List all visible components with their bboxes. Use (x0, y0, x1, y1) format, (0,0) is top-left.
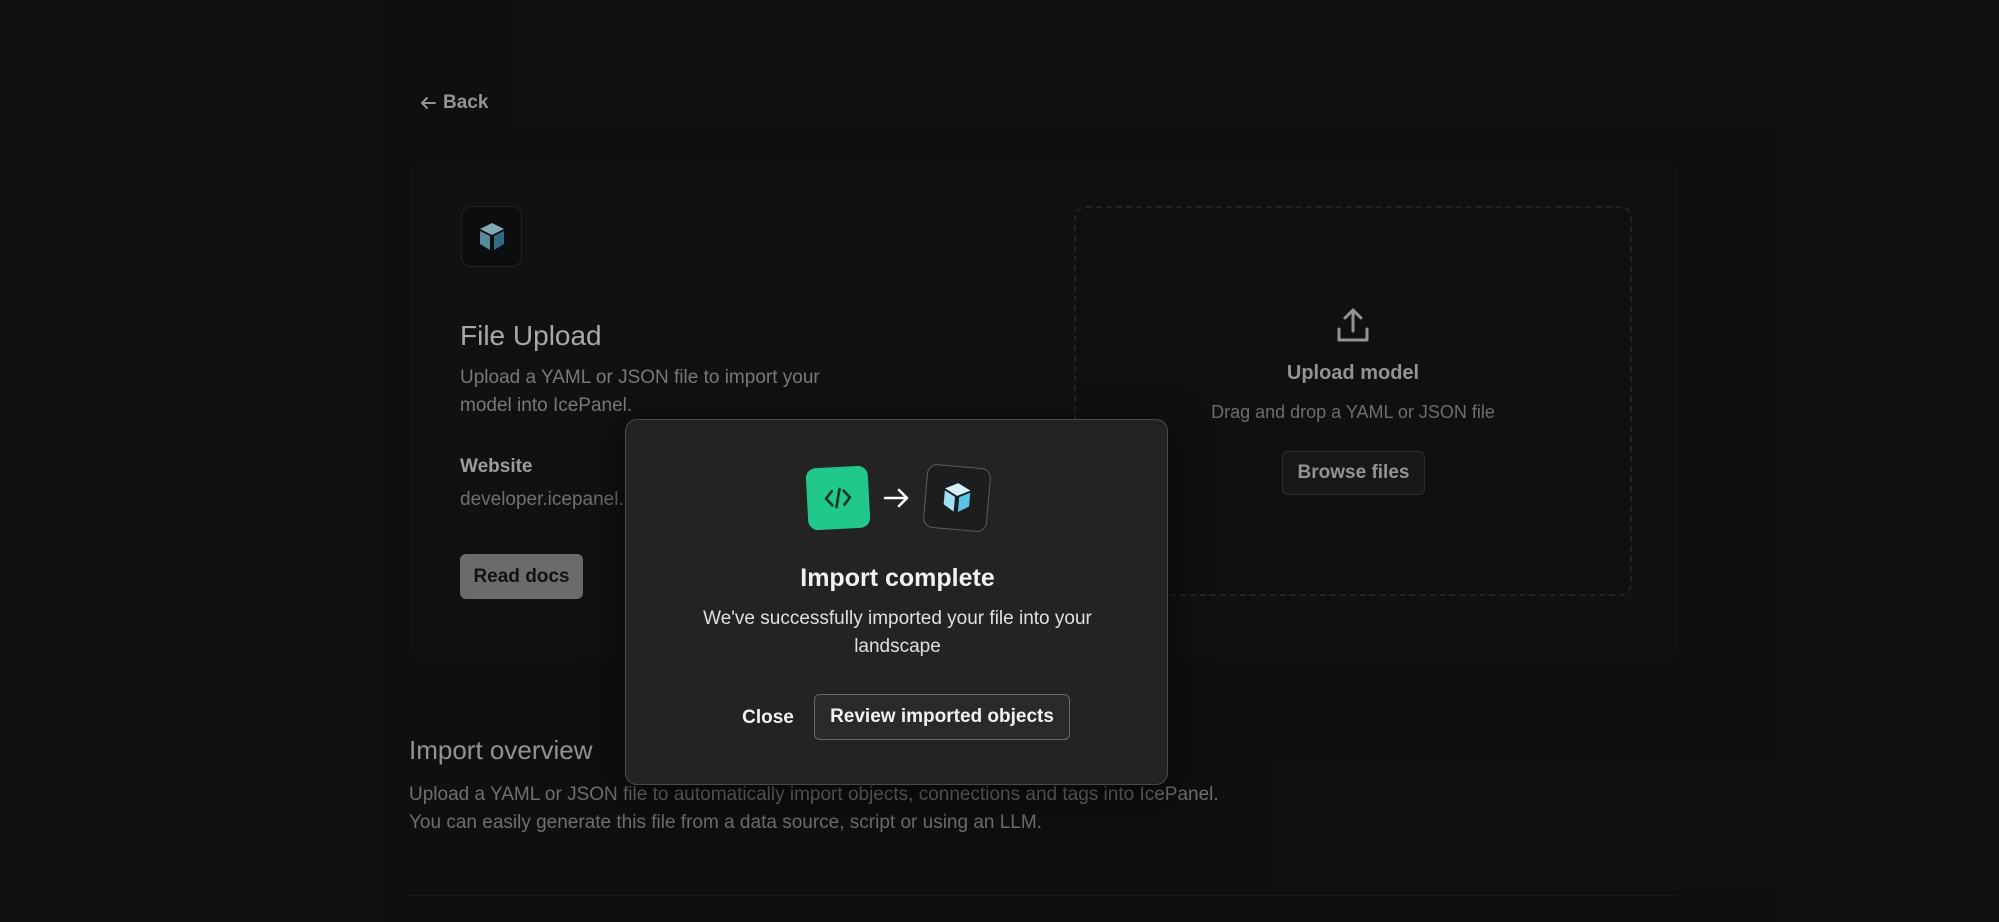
import-page: Back File Upload Upload a YAML or JSON f… (0, 0, 1999, 922)
close-button[interactable]: Close (732, 696, 804, 740)
code-icon (804, 465, 871, 531)
dialog-title: Import complete (800, 564, 995, 592)
import-complete-dialog: Import complete We've successfully impor… (625, 419, 1168, 785)
review-imported-objects-button[interactable]: Review imported objects (814, 694, 1070, 740)
icepanel-cube-icon (921, 463, 992, 533)
dialog-description: We've successfully imported your file in… (703, 608, 1092, 657)
arrow-right-icon (883, 488, 908, 508)
dialog-illustration (626, 463, 1169, 533)
